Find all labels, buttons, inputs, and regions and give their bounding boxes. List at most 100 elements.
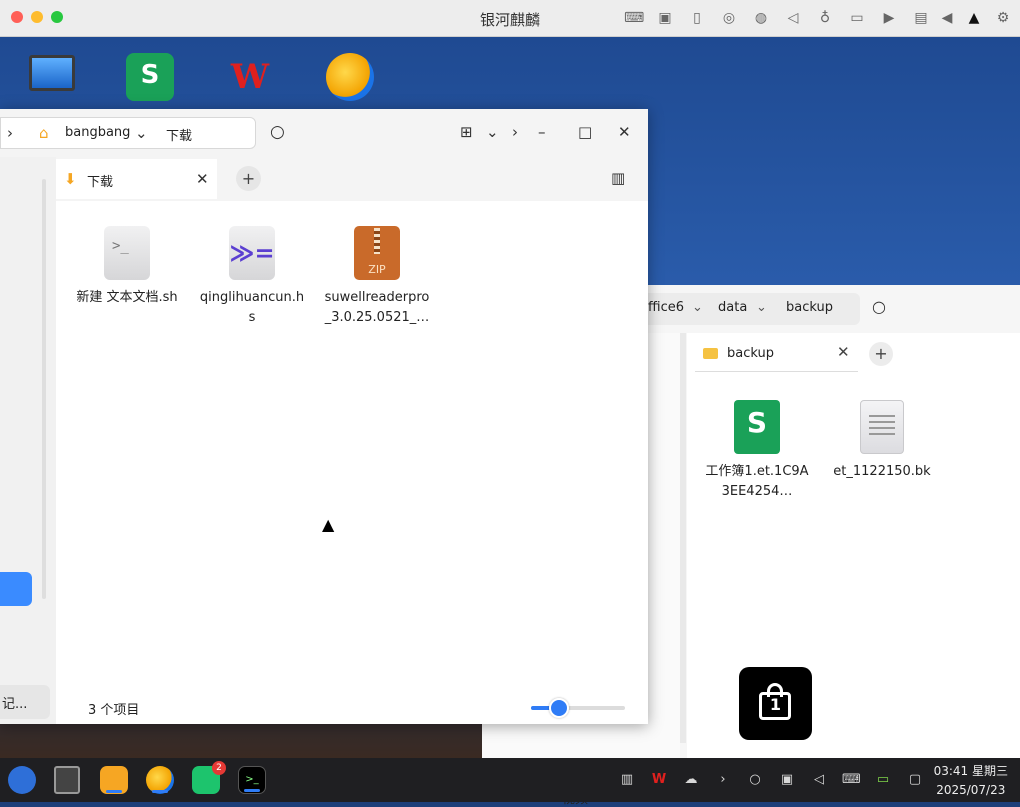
breadcrumb-current[interactable]: 下载 (166, 125, 192, 144)
disc-icon[interactable]: ◎ (720, 9, 738, 27)
keyboard-icon[interactable]: ⌨ (842, 771, 861, 789)
search-icon[interactable]: ○ (746, 771, 764, 789)
zoom-slider[interactable] (531, 698, 625, 718)
scrollbar[interactable] (680, 333, 686, 743)
chat-app-icon[interactable]: 2 (192, 761, 226, 794)
chevron-right-icon[interactable]: › (512, 122, 518, 142)
clock-time: 03:41 星期三 (933, 764, 1008, 778)
window-title-bar: 银河麒麟 ⌨ ▣ ▯ ◎ ◍ ◁ ♁ ▭ ▶ ▤ ◀ ▲ ⚙ (0, 0, 1020, 37)
search-icon[interactable]: ○ (270, 122, 285, 142)
file-name: suwellreaderpro_3.0.25.0521_… (324, 290, 430, 325)
shopping-bag-icon[interactable]: 1 (739, 667, 812, 740)
speaker-icon[interactable]: ◁ (784, 9, 802, 27)
close-icon[interactable]: ✕ (837, 343, 850, 361)
search-icon[interactable]: ○ (872, 297, 886, 316)
back-icon[interactable]: ◀ (938, 9, 956, 27)
taskbar: 2 >_ ▥ W ☁ › ○ ▣ ◁ ⌨ ▭ ▢ 03:41 星期三 2025/… (0, 758, 1020, 802)
bg-breadcrumb-item[interactable]: data (718, 300, 747, 315)
file-item[interactable]: S 工作簿1.et.1C9A3EE4254… (702, 400, 812, 502)
bg-breadcrumb-item[interactable]: backup (786, 300, 833, 315)
grid-view-icon[interactable]: ⊞ (460, 122, 473, 142)
network-icon[interactable]: ▣ (778, 771, 796, 789)
clock-date: 2025/07/23 (936, 783, 1006, 797)
spreadsheet-file-icon: S (734, 400, 780, 454)
chevron-down-icon[interactable]: ⌄ (756, 300, 767, 315)
cpu-icon[interactable]: ▣ (656, 9, 674, 27)
file-item[interactable]: et_1122150.bk (827, 400, 937, 482)
browser-icon[interactable] (326, 53, 374, 101)
sidebar-selected-item[interactable] (0, 572, 32, 606)
wps-office-icon[interactable]: W (226, 53, 274, 101)
tab-label: backup (727, 346, 774, 361)
gear-icon[interactable]: ⚙ (994, 9, 1012, 27)
file-item[interactable]: ZIP suwellreaderpro_3.0.25.0521_… (322, 226, 432, 328)
file-manager-icon[interactable] (100, 766, 128, 794)
clock[interactable]: 03:41 星期三 2025/07/23 (934, 762, 1008, 800)
close-icon[interactable]: ✕ (618, 122, 631, 142)
file-name: et_1122150.bk (833, 464, 931, 479)
sidebar-item-label: 记... (2, 697, 28, 712)
file-item[interactable]: >_ 新建 文本文档.sh (72, 226, 182, 308)
bg-breadcrumb-item[interactable]: ffice6 (648, 300, 684, 315)
volume-icon[interactable]: ◁ (810, 771, 828, 789)
zip-badge: ZIP (368, 263, 386, 276)
file-name: 工作簿1.et.1C9A3EE4254… (705, 464, 809, 499)
battery-icon[interactable]: ▭ (874, 771, 892, 789)
shell-script-icon: >_ (104, 226, 150, 280)
terminal-icon[interactable]: >_ (238, 766, 266, 794)
file-manager-window: › ⌂ bangbang ⌄ 下载 ○ ⊞ ⌄ › – □ ✕ 记... ⬇ 下… (0, 109, 648, 724)
notification-badge: 2 (212, 761, 226, 775)
file-name: 新建 文本文档.sh (76, 290, 178, 305)
shopping-count: 1 (769, 695, 782, 714)
zoom-slider-handle[interactable] (549, 698, 570, 718)
usb-icon[interactable]: ▯ (688, 9, 706, 27)
download-icon: ⬇ (64, 170, 77, 188)
tab-bar: ⬇ 下载 ✕ + ▥ (56, 157, 648, 201)
file-item[interactable]: ≫= qinglihuancun.hs (197, 226, 307, 328)
folder-icon (703, 348, 718, 359)
drive-icon[interactable]: ▭ (848, 9, 866, 27)
keyboard-icon[interactable]: ⌨ (624, 9, 644, 27)
close-icon[interactable]: ✕ (196, 169, 209, 189)
tab-backup[interactable]: backup ✕ (695, 338, 858, 372)
zip-archive-icon: ZIP (354, 226, 400, 280)
add-tab-button[interactable]: + (236, 166, 261, 191)
terminal-icon[interactable]: ▤ (912, 9, 930, 27)
file-name: qinglihuancun.hs (199, 290, 305, 325)
chevron-down-icon[interactable]: ⌄ (135, 123, 148, 143)
wps-spreadsheet-icon[interactable]: S (126, 53, 174, 101)
toolbar: › ⌂ bangbang ⌄ 下载 ○ ⊞ ⌄ › – □ ✕ (0, 109, 648, 157)
add-tab-button[interactable]: + (869, 342, 893, 366)
notification-icon[interactable]: ▢ (906, 771, 924, 789)
globe-icon[interactable]: ◍ (752, 9, 770, 27)
scrollbar[interactable] (42, 179, 46, 599)
clipboard-icon[interactable]: ▥ (618, 771, 636, 789)
minimize-icon[interactable]: – (538, 122, 546, 142)
tab-downloads[interactable]: ⬇ 下载 ✕ (56, 159, 217, 199)
breadcrumb-home[interactable]: bangbang (65, 125, 130, 140)
mouse-cursor-icon: ▲ (322, 515, 335, 534)
chevron-down-icon[interactable]: ⌄ (486, 122, 499, 142)
multitask-view-icon[interactable] (54, 766, 80, 794)
home-icon[interactable]: ⌂ (39, 123, 49, 143)
computer-icon[interactable] (29, 55, 75, 91)
chevron-right-icon[interactable]: › (714, 771, 732, 789)
tab-label: 下载 (87, 175, 114, 190)
sidebar: 记... (0, 157, 56, 724)
text-file-icon (860, 400, 904, 454)
chevron-right-icon[interactable]: › (7, 123, 13, 143)
haskell-file-icon: ≫= (229, 226, 275, 280)
maximize-icon[interactable]: □ (578, 122, 592, 142)
sidebar-item[interactable]: 记... (0, 685, 50, 719)
chevron-down-icon[interactable]: ⌄ (692, 300, 703, 315)
start-menu-icon[interactable] (8, 766, 36, 794)
microphone-icon[interactable]: ♁ (816, 9, 834, 27)
address-bar[interactable]: › ⌂ bangbang ⌄ 下载 (0, 117, 256, 149)
warning-icon[interactable]: ▲ (965, 9, 983, 27)
camera-icon[interactable]: ▶ (880, 9, 898, 27)
split-view-icon[interactable]: ▥ (611, 168, 625, 188)
wps-tray-icon[interactable]: W (650, 771, 668, 789)
browser-icon[interactable] (146, 766, 174, 794)
bg-file-area: backup ✕ + S 工作簿1.et.1C9A3EE4254… et_112… (687, 333, 1020, 758)
cloud-icon[interactable]: ☁ (682, 771, 700, 789)
